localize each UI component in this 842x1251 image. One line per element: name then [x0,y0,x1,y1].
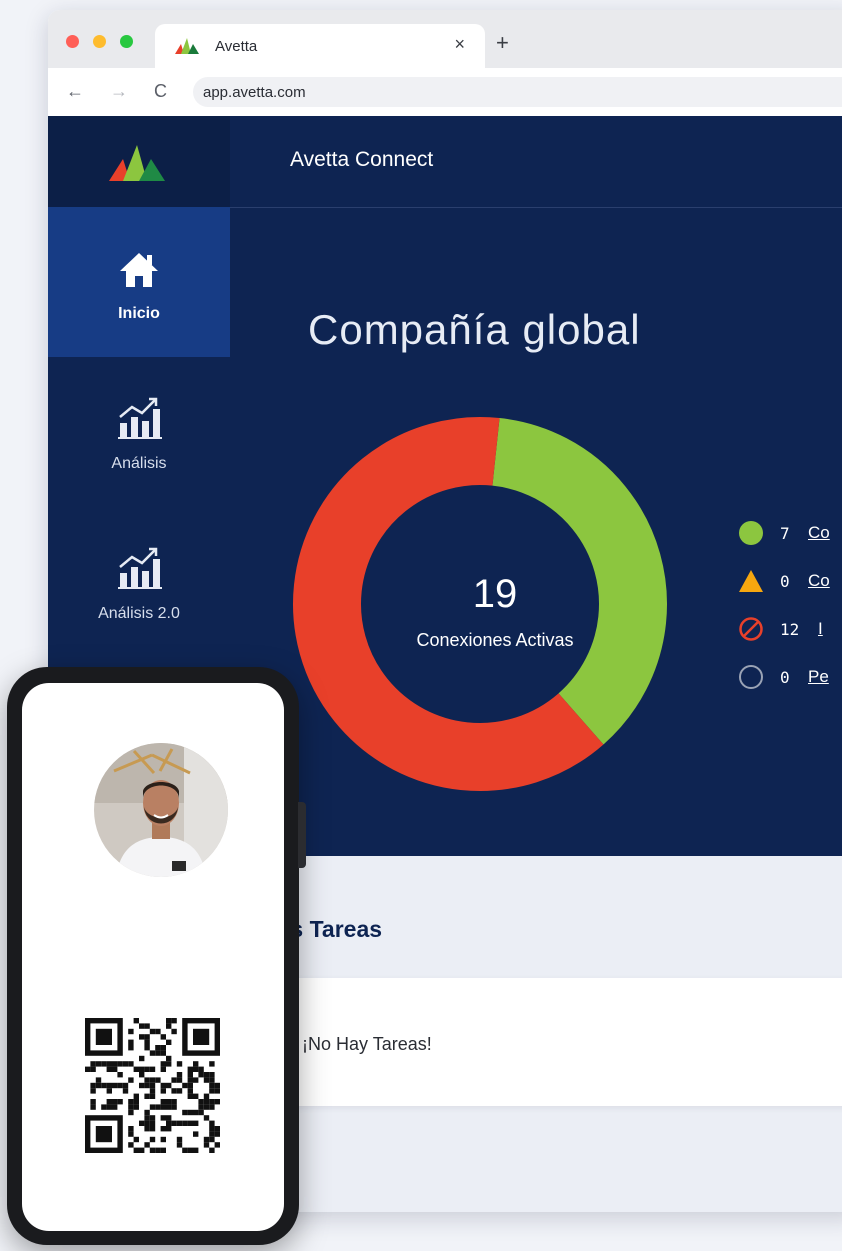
close-window-button[interactable] [66,35,79,48]
logo-box [48,116,230,207]
legend-item: 12 I [738,616,842,664]
chart-legend: 7 Co 0 Co 12 I 0 Pe [738,520,842,712]
legend-link[interactable]: Co [808,571,830,591]
legend-item: 7 Co [738,520,842,568]
tasks-card: ¡No Hay Tareas! [294,978,842,1106]
url-text: app.avetta.com [203,84,306,101]
url-input[interactable]: app.avetta.com [193,77,842,107]
avetta-logo-icon [175,38,199,54]
analytics-chart-icon [118,547,162,589]
total-connections-value: 19 [472,572,518,616]
legend-count: 0 [780,572,790,591]
user-avatar-photo [94,743,228,877]
legend-link[interactable]: Co [808,523,830,543]
phone-side-button [298,802,306,868]
reload-icon[interactable]: C [154,81,167,102]
top-bar: Avetta Connect [230,116,842,208]
legend-link[interactable]: I [818,619,823,639]
green-circle-icon [739,521,763,545]
warning-triangle-icon [739,570,763,592]
forward-arrow-icon[interactable]: → [110,81,128,102]
address-bar: ← → C app.avetta.com [48,68,842,117]
home-icon [120,253,158,287]
sidebar-item-label: Análisis 2.0 [98,605,180,622]
analytics-chart-icon [118,397,162,439]
company-name: Compañía global [308,306,641,353]
legend-count: 12 [780,620,800,639]
legend-link[interactable]: Pe [808,667,829,687]
sidebar-item-inicio[interactable]: Inicio [48,207,230,357]
phone-screen [22,683,284,1231]
sidebar-item-analisis[interactable]: Análisis [48,357,230,507]
legend-item: 0 Co [738,568,842,616]
tasks-section: is Tareas [230,856,842,976]
no-tasks-message: ¡No Hay Tareas! [302,1034,432,1054]
app-title: Avetta Connect [290,148,434,171]
blocked-icon [739,617,763,641]
legend-count: 7 [780,524,790,543]
maximize-window-button[interactable] [120,35,133,48]
tab-title: Avetta [215,38,258,55]
close-tab-icon[interactable]: × [454,34,465,55]
tab-bar: Avetta × + [48,10,842,68]
qr-code [85,1018,220,1153]
legend-count: 0 [780,668,790,687]
hollow-circle-icon [739,665,763,689]
back-arrow-icon[interactable]: ← [66,81,84,102]
sidebar-item-analisis-2[interactable]: Análisis 2.0 [48,507,230,657]
browser-tab[interactable]: Avetta × [155,24,485,68]
minimize-window-button[interactable] [93,35,106,48]
new-tab-button[interactable]: + [496,32,509,54]
sidebar-item-label: Inicio [118,305,160,322]
sidebar-item-label: Análisis [111,455,167,472]
legend-item: 0 Pe [738,664,842,712]
phone-device [7,667,306,1245]
dashboard-panel: Compañía global 19 Conexiones Activas 7 … [230,208,842,856]
total-connections-label: Conexiones Activas [416,630,574,650]
avetta-logo-icon [109,145,165,181]
